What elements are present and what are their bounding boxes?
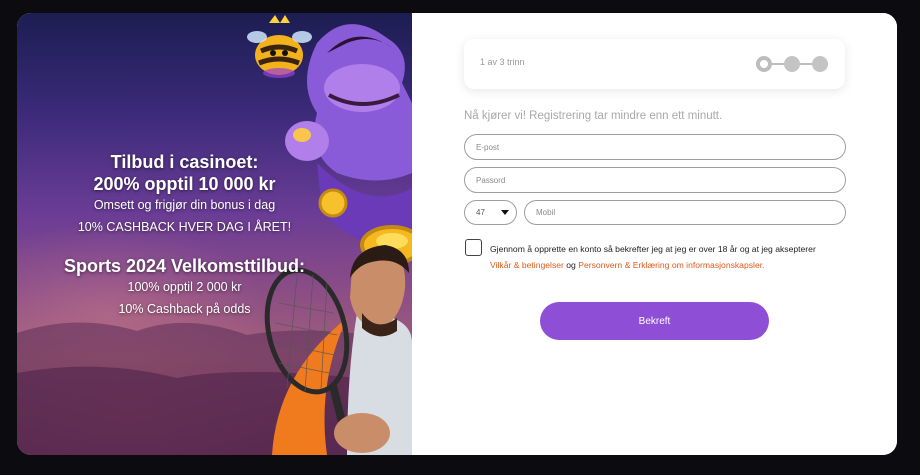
- step-indicator: 1 av 3 trinn: [464, 39, 845, 89]
- intro-text: Nå kjører vi! Registrering tar mindre en…: [464, 110, 723, 122]
- casino-offer-title: Tilbud i casinoet:: [110, 152, 259, 172]
- bee-mascot-image: [247, 15, 312, 78]
- terms-link[interactable]: Vilkår & betingelser: [490, 260, 564, 270]
- terms-joiner: og: [566, 260, 576, 270]
- password-field[interactable]: [464, 167, 846, 193]
- registration-modal: Tilbud i casinoet: 200% opptil 10 000 kr…: [17, 13, 897, 455]
- terms-text: Gjennom å opprette en konto så bekrefter…: [490, 241, 860, 273]
- sports-offer-title: Sports 2024 Velkomsttilbud:: [63, 256, 306, 276]
- casino-offer-description: Omsett og frigjør din bonus i dag: [93, 198, 276, 212]
- registration-form: 1 av 3 trinn Nå kjører vi! Registrering …: [412, 13, 897, 455]
- terms-statement: Gjennom å opprette en konto så bekrefter…: [490, 244, 816, 254]
- country-code-value: 47: [476, 208, 485, 217]
- step-dot-2: [784, 56, 800, 72]
- country-code-select[interactable]: 47: [464, 200, 517, 225]
- email-field[interactable]: [464, 134, 846, 160]
- step-label: 1 av 3 trinn: [480, 57, 525, 67]
- confirm-button[interactable]: Bekreft: [540, 302, 769, 340]
- casino-offer-amount: 200% opptil 10 000 kr: [93, 174, 276, 194]
- step-dot-1: [756, 56, 772, 72]
- step-dots: [756, 56, 828, 72]
- privacy-link[interactable]: Personvern & Erklæring om informasjonska…: [578, 260, 764, 270]
- caret-down-icon: [501, 210, 509, 215]
- promo-text-block: Tilbud i casinoet: 200% opptil 10 000 kr…: [17, 151, 352, 319]
- sports-offer-amount: 100% opptil 2 000 kr: [127, 280, 242, 294]
- terms-checkbox[interactable]: [465, 239, 482, 256]
- mobile-field[interactable]: [524, 200, 846, 225]
- promo-panel: Tilbud i casinoet: 200% opptil 10 000 kr…: [17, 13, 412, 455]
- step-dot-3: [812, 56, 828, 72]
- sports-cashback-text: 10% Cashback på odds: [118, 302, 251, 316]
- casino-cashback-text: 10% CASHBACK HVER DAG I ÅRET!: [77, 220, 292, 234]
